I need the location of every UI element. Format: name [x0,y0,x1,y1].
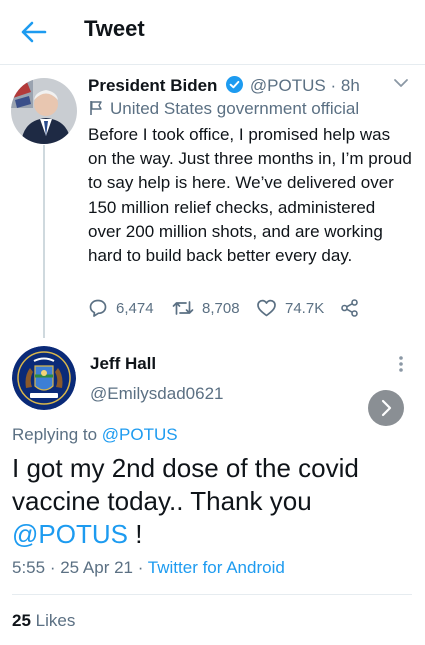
retweet-count: 8,708 [202,299,240,317]
meta-dot: · [132,558,148,577]
verified-badge-icon [226,76,244,93]
heart-icon [257,299,276,317]
retweet-icon [172,301,194,315]
page-title: Tweet [84,16,145,41]
thread-line [43,145,45,338]
replying-to-link[interactable]: @POTUS [102,425,178,444]
mention-link[interactable]: @POTUS [12,519,128,549]
meta-dot: · [45,558,61,577]
like-action[interactable]: 74.7K [256,298,324,318]
back-arrow-icon[interactable] [18,18,48,46]
replying-to-line: Replying to @POTUS [12,425,178,445]
separator-dot: · [330,76,337,95]
replying-to-label: Replying to [12,425,102,444]
reply-date[interactable]: 25 Apr 21 [60,558,133,577]
like-count: 74.7K [285,299,325,317]
reply-text-body: I got my 2nd dose of the covid vaccine t… [12,453,359,516]
government-label-text: United States government official [110,99,360,118]
likes-stat[interactable]: 25 Likes [12,611,75,631]
retweet-action[interactable]: 8,708 [172,298,240,318]
jeff-hall-avatar[interactable] [12,346,76,410]
potus-avatar[interactable] [11,78,77,144]
more-options-icon[interactable] [398,355,404,373]
chevron-right-icon [381,399,392,417]
tweet-time[interactable]: 8h [341,76,360,95]
parent-tweet-text: Before I took office, I promised help wa… [88,125,412,266]
reply-count: 6,474 [116,299,154,317]
next-button[interactable] [368,390,404,426]
reply-author-name[interactable]: Jeff Hall [90,354,156,374]
reply-tweet-text: I got my 2nd dose of the covid vaccine t… [12,452,412,551]
reply-time[interactable]: 5:55 [12,558,45,577]
reply-icon [89,299,107,317]
share-icon[interactable] [340,298,360,318]
top-bar: Tweet [0,0,425,65]
reply-text-end: ! [127,519,143,549]
chevron-down-icon[interactable] [392,76,410,90]
source-link[interactable]: Twitter for Android [148,558,285,577]
reply-author-handle[interactable]: @Emilysdad0621 [90,384,224,404]
tweet-meta: 5:55 · 25 Apr 21 · Twitter for Android [12,558,285,578]
flag-icon [90,101,102,115]
reply-action[interactable]: 6,474 [88,298,154,318]
author-handle[interactable]: @POTUS [250,76,326,95]
tweet-actions: 6,474 8,708 74.7K [88,298,378,320]
author-name[interactable]: President Biden [88,76,217,95]
parent-tweet-header: President Biden @POTUS · 8h [88,76,360,96]
likes-label: Likes [35,611,76,630]
government-label: United States government official [88,99,359,119]
divider [12,594,412,595]
likes-count: 25 [12,611,31,630]
